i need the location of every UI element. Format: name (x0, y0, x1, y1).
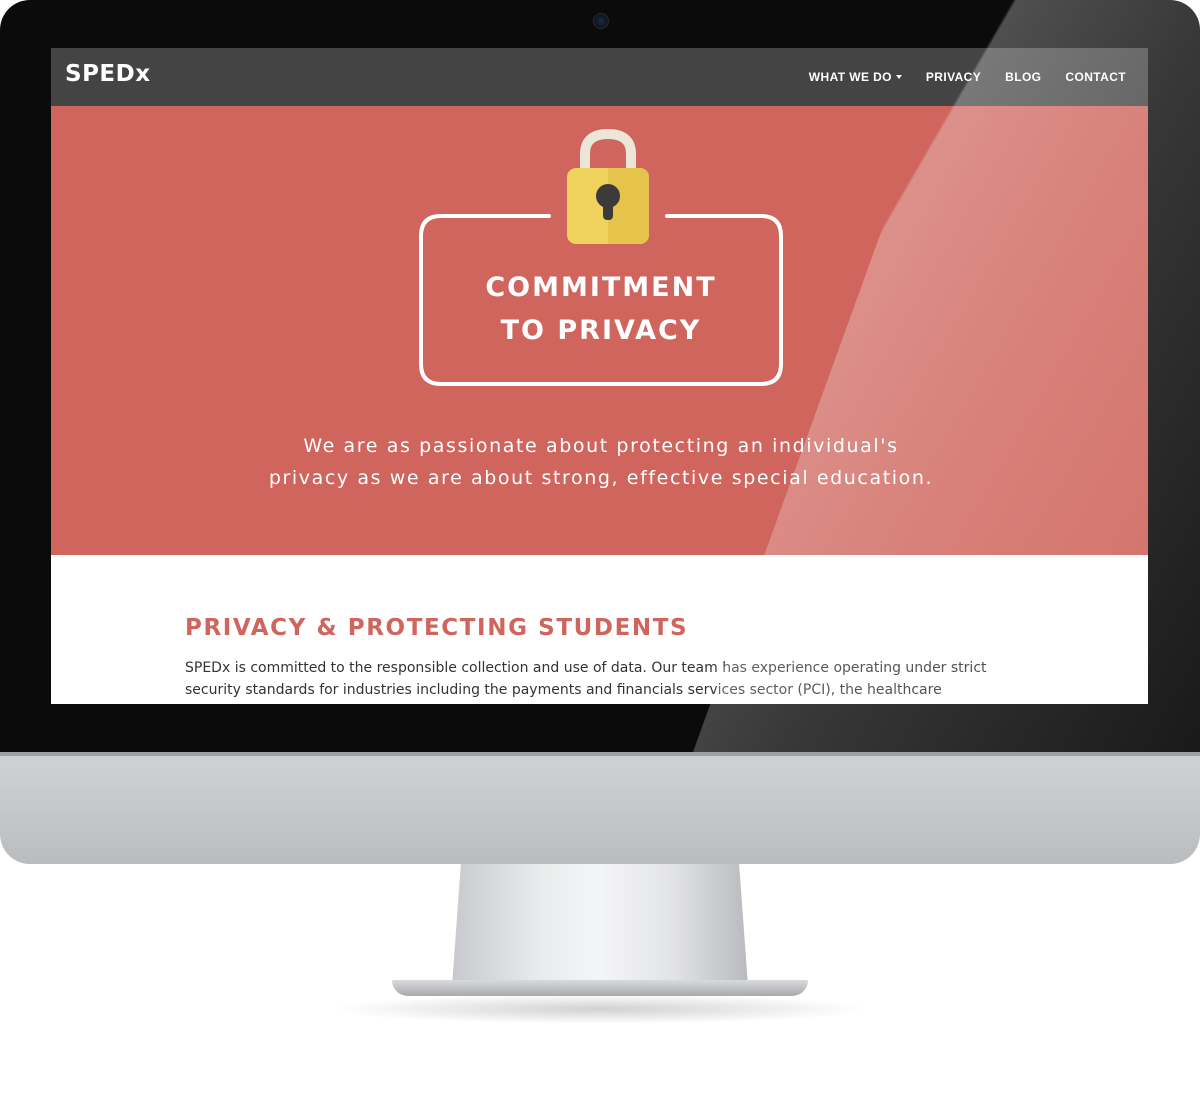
hero-tagline-line: privacy as we are about strong, effectiv… (268, 467, 934, 489)
section-body-line: SPEDx is committed to the responsible co… (185, 660, 987, 676)
monitor-chin (0, 752, 1200, 864)
webcam-icon (593, 13, 609, 29)
padlock-icon (567, 128, 649, 244)
nav-item-label: PRIVACY (925, 70, 982, 84)
monitor-bezel: SPEDx WHAT WE DO PRIVACY BLOG CONTACT CO… (0, 0, 1200, 752)
caret-down-icon (895, 75, 902, 79)
website-screen: SPEDx WHAT WE DO PRIVACY BLOG CONTACT CO… (51, 48, 1148, 704)
monitor-mockup: SPEDx WHAT WE DO PRIVACY BLOG CONTACT CO… (0, 0, 1200, 1101)
nav-item-blog[interactable]: BLOG (1005, 70, 1041, 84)
nav-item-label: WHAT WE DO (808, 70, 892, 84)
hero-title: COMMITMENT TO PRIVACY (419, 266, 783, 352)
nav-item-label: CONTACT (1065, 70, 1126, 84)
brand-logo[interactable]: SPEDx (65, 61, 151, 87)
content-section: PRIVACY & PROTECTING STUDENTS SPEDx is c… (51, 555, 1148, 704)
hero-title-line: TO PRIVACY (500, 315, 702, 346)
hero-tagline: We are as passionate about protecting an… (241, 430, 961, 494)
hero-tagline-line: We are as passionate about protecting an… (303, 435, 899, 457)
nav-item-contact[interactable]: CONTACT (1065, 70, 1126, 84)
section-heading: PRIVACY & PROTECTING STUDENTS (185, 615, 689, 641)
monitor-stand (452, 864, 748, 986)
nav-menu: WHAT WE DO PRIVACY BLOG CONTACT (809, 48, 1126, 106)
hero-title-line: COMMITMENT (485, 272, 717, 303)
hero-section: COMMITMENT TO PRIVACY We are as passiona… (51, 106, 1148, 555)
nav-item-privacy[interactable]: PRIVACY (926, 70, 981, 84)
section-body-line: security standards for industries includ… (185, 682, 942, 698)
nav-item-what-we-do[interactable]: WHAT WE DO (809, 70, 902, 84)
stand-shadow (330, 994, 870, 1024)
nav-item-label: BLOG (1005, 70, 1042, 84)
monitor-stand-base (392, 980, 808, 996)
section-body: SPEDx is committed to the responsible co… (185, 657, 1025, 701)
monitor-chin-edge (0, 752, 1200, 756)
navbar: SPEDx WHAT WE DO PRIVACY BLOG CONTACT (51, 48, 1148, 106)
